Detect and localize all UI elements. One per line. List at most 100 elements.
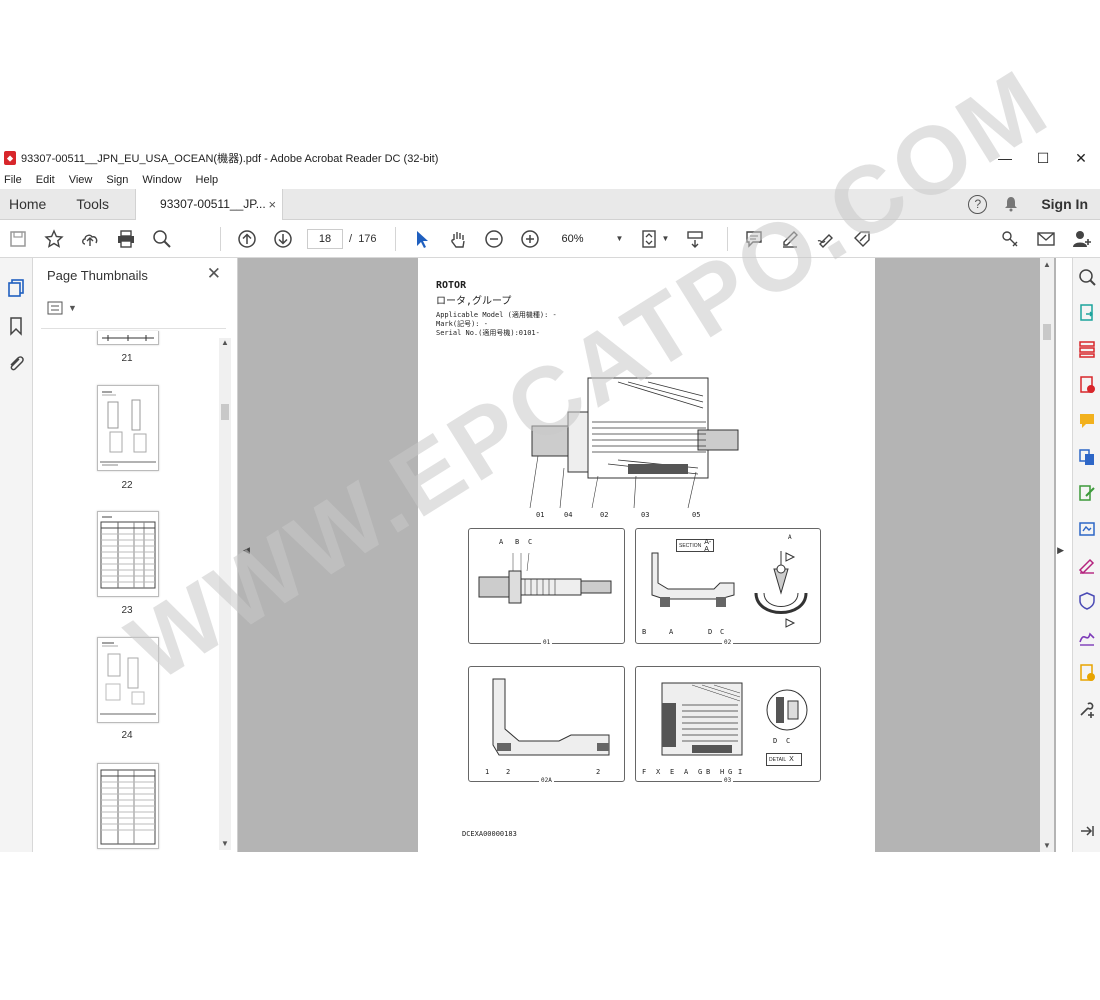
- left-nav-rail: [0, 258, 33, 852]
- scroll-thumb[interactable]: [221, 404, 229, 420]
- toolbar-divider: [394, 226, 396, 251]
- menu-view[interactable]: View: [65, 174, 97, 186]
- save-icon[interactable]: [7, 228, 29, 250]
- sign-in-button[interactable]: Sign In: [1041, 196, 1088, 212]
- menu-sign[interactable]: Sign: [102, 174, 132, 186]
- tab-tools[interactable]: Tools: [67, 189, 118, 220]
- help-icon[interactable]: ?: [968, 194, 988, 214]
- zoom-out-icon[interactable]: [483, 228, 505, 250]
- panel-label: A: [499, 538, 504, 546]
- scroll-down-arrow[interactable]: ▼: [219, 839, 231, 848]
- fill-sign-tool-icon[interactable]: [1078, 556, 1096, 574]
- tab-close-icon[interactable]: ×: [268, 197, 276, 212]
- menu-help[interactable]: Help: [192, 174, 223, 186]
- document-viewer: ◀ ROTOR ロータ,グループ Applicable Model (適用機種)…: [238, 258, 1064, 852]
- fill-sign-icon[interactable]: [851, 228, 873, 250]
- panel-label: H: [720, 768, 725, 776]
- scan-ocr-icon[interactable]: [1078, 520, 1096, 538]
- comment-icon[interactable]: [743, 228, 765, 250]
- chevron-down-icon[interactable]: ▼: [616, 234, 624, 243]
- upload-cloud-icon[interactable]: [79, 228, 101, 250]
- search-zoom-icon[interactable]: [151, 228, 173, 250]
- panel-divider: [41, 328, 226, 329]
- hand-tool-icon[interactable]: [447, 228, 469, 250]
- protect-shield-icon[interactable]: [1078, 592, 1096, 610]
- add-user-icon[interactable]: [1071, 228, 1093, 250]
- organize-pages-icon[interactable]: [1078, 340, 1096, 358]
- page-number-input[interactable]: 18: [307, 228, 343, 249]
- scroll-up-arrow[interactable]: ▲: [219, 338, 231, 347]
- zoom-in-icon[interactable]: [519, 228, 541, 250]
- collapse-pane-icon[interactable]: [1078, 822, 1096, 840]
- more-tools-icon[interactable]: [1078, 700, 1096, 718]
- callout-label: 04: [564, 511, 573, 519]
- scroll-down-arrow[interactable]: ▼: [1040, 841, 1054, 850]
- retainer-profile-drawing: [492, 678, 610, 756]
- thumbnail-options-menu[interactable]: ▼: [47, 301, 77, 315]
- tab-home[interactable]: Home: [0, 189, 55, 220]
- create-pdf-icon[interactable]: [1078, 376, 1096, 394]
- highlight-pen-icon[interactable]: [779, 228, 801, 250]
- search-document-icon[interactable]: [1078, 268, 1096, 286]
- menu-window[interactable]: Window: [138, 174, 185, 186]
- rotor-section-drawing: [661, 682, 743, 756]
- send-review-icon[interactable]: [1078, 664, 1096, 682]
- maximize-button[interactable]: ☐: [1024, 145, 1062, 171]
- page-count: 176: [358, 232, 377, 245]
- shaft-drawing: [478, 552, 612, 604]
- scroll-up-arrow[interactable]: ▲: [1040, 260, 1054, 269]
- page-thumbnails-icon[interactable]: [6, 278, 26, 298]
- page-thumbnail[interactable]: [97, 637, 159, 723]
- email-icon[interactable]: [1035, 228, 1057, 250]
- menu-bar: File Edit View Sign Window Help: [0, 171, 1100, 189]
- thumbnails-panel: Page Thumbnails ✕ ▼ 21 22 23 24 ▲ ▼: [33, 258, 238, 852]
- export-pdf-icon[interactable]: [1078, 304, 1096, 322]
- document-scrollbar[interactable]: ▲ ▼: [1040, 258, 1054, 852]
- page-thumbnail[interactable]: [97, 511, 159, 597]
- panel-label: 1: [485, 768, 490, 776]
- page-thumbnail[interactable]: [97, 385, 159, 471]
- comment-tool-icon[interactable]: [1078, 412, 1096, 430]
- star-icon[interactable]: [43, 228, 65, 250]
- fit-page-icon[interactable]: [638, 228, 660, 250]
- bell-icon[interactable]: [1003, 196, 1019, 212]
- expand-right-arrow[interactable]: ▶: [1057, 545, 1064, 556]
- tab-document[interactable]: 93307-00511__JP... ×: [135, 188, 284, 220]
- page-thumbnail[interactable]: [97, 763, 159, 849]
- previous-page-icon[interactable]: [236, 228, 258, 250]
- minimize-button[interactable]: —: [986, 145, 1024, 171]
- scroll-mode-icon[interactable]: [684, 228, 706, 250]
- list-options-icon: [47, 301, 63, 315]
- draw-sign-icon[interactable]: [815, 228, 837, 250]
- panel-label: C: [528, 538, 533, 546]
- panel-caption: 02A: [539, 777, 554, 784]
- select-cursor-icon[interactable]: [411, 228, 433, 250]
- scroll-thumb[interactable]: [1043, 324, 1051, 340]
- thumbnails-scrollbar[interactable]: ▲ ▼: [219, 338, 231, 850]
- page-thumbnail[interactable]: [97, 331, 159, 345]
- panel-label: 2: [596, 768, 601, 776]
- request-signature-icon[interactable]: [1078, 628, 1096, 646]
- chevron-down-icon[interactable]: ▼: [661, 234, 669, 243]
- panel-label: C: [720, 628, 725, 636]
- attachment-icon[interactable]: [6, 353, 26, 373]
- detail-panel-02: SECTION A-A A B A D C 02: [635, 528, 821, 646]
- share-link-icon[interactable]: [999, 228, 1021, 250]
- zoom-level-select[interactable]: 60%: [552, 228, 612, 250]
- page-title-jp: ロータ,グループ: [436, 296, 512, 307]
- detail-label-box: DETAIL X: [766, 753, 802, 766]
- next-page-icon[interactable]: [272, 228, 294, 250]
- toolbar: 18 / 176 60% ▼ ▼: [0, 220, 1100, 258]
- close-window-button[interactable]: ✕: [1062, 145, 1100, 171]
- rotor-assembly-drawing: [529, 377, 739, 509]
- panel-label: I: [738, 768, 743, 776]
- print-icon[interactable]: [115, 228, 137, 250]
- bookmark-icon[interactable]: [6, 316, 26, 336]
- menu-edit[interactable]: Edit: [32, 174, 59, 186]
- menu-file[interactable]: File: [0, 174, 26, 186]
- close-panel-icon[interactable]: ✕: [207, 264, 221, 284]
- edit-pdf-icon[interactable]: [1078, 484, 1096, 502]
- thumbnail-page-number: 24: [121, 730, 133, 741]
- combine-files-icon[interactable]: [1078, 448, 1096, 466]
- collapse-left-arrow[interactable]: ◀: [243, 545, 250, 556]
